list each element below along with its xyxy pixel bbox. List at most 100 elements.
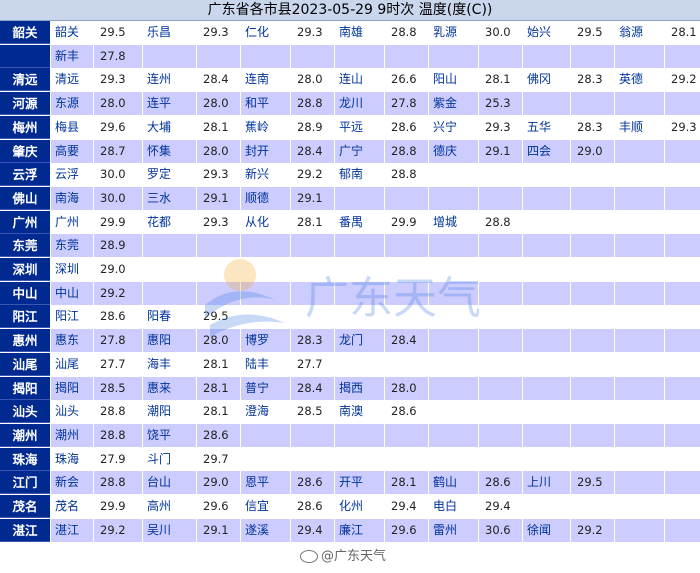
station-name [428,258,478,281]
station-name [614,234,664,258]
temperature-value: 27.8 [93,44,142,68]
station-name [522,305,570,329]
temperature-value: 28.1 [196,115,240,139]
station-name [142,281,196,305]
station-name: 遂溪 [240,518,290,542]
temperature-value: 27.7 [290,352,334,376]
temperature-value: 28.6 [290,471,334,495]
station-name: 翁源 [614,21,664,44]
table-row: 东莞 东莞 28.9 [0,234,700,258]
temperature-value [664,186,700,210]
station-name [240,258,290,281]
station-name: 高要 [50,139,93,163]
station-name [428,352,478,376]
temperature-value: 28.6 [384,115,428,139]
temperature-value: 29.4 [290,518,334,542]
station-name [334,186,384,210]
temperature-value [664,447,700,471]
temperature-value [664,352,700,376]
temperature-value: 28.1 [196,400,240,424]
station-name [614,471,664,495]
station-name [428,44,478,68]
station-name: 东源 [50,92,93,116]
temperature-value [570,234,614,258]
station-name [522,423,570,447]
station-name [334,447,384,471]
temperature-value: 28.8 [93,423,142,447]
temperature-value [570,44,614,68]
temperature-value: 28.0 [196,92,240,116]
temperature-value [478,423,522,447]
station-name [334,258,384,281]
temperature-value: 29.1 [290,186,334,210]
station-name: 德庆 [428,139,478,163]
station-name [522,281,570,305]
station-name: 潮州 [50,423,93,447]
temperature-value [478,329,522,353]
temperature-value: 30.0 [478,21,522,44]
station-name [240,305,290,329]
station-name: 广宁 [334,139,384,163]
station-name: 大埔 [142,115,196,139]
temperature-value [196,44,240,68]
station-name [614,400,664,424]
station-name: 深圳 [50,258,93,281]
temperature-value [664,92,700,116]
station-name [614,305,664,329]
table-row: 江门 新会 28.8 台山 29.0 恩平 28.6 开平 28.1 鹤山 28.6 上川 29.5 [0,471,700,495]
station-name: 汕尾 [50,352,93,376]
station-name: 龙门 [334,329,384,353]
station-name: 五华 [522,115,570,139]
temperature-value [478,186,522,210]
temperature-value: 29.2 [664,68,700,92]
temperature-value [478,281,522,305]
station-name [428,305,478,329]
temperature-value [570,400,614,424]
station-name: 徐闻 [522,518,570,542]
temperature-value [570,447,614,471]
station-name [614,281,664,305]
station-name: 斗门 [142,447,196,471]
temperature-value: 29.2 [290,163,334,187]
temperature-value [570,210,614,234]
station-name: 阳山 [428,68,478,92]
station-name [428,234,478,258]
station-name: 英德 [614,68,664,92]
temperature-value: 28.8 [384,139,428,163]
station-name [522,495,570,518]
station-name [614,447,664,471]
city-label: 汕头 [0,400,50,424]
table-row: 韶关 韶关 29.5 乐昌 29.3 仁化 29.3 南雄 28.8 乳源 30.0 始兴 29.5 翁源… [0,21,700,44]
temperature-value: 30.0 [93,163,142,187]
temperature-value: 29.5 [196,305,240,329]
temperature-value: 28.8 [93,471,142,495]
station-name [428,447,478,471]
station-name [428,281,478,305]
station-name: 乳源 [428,21,478,44]
temperature-value [290,281,334,305]
temperature-value: 25.3 [478,92,522,116]
station-name: 丰顺 [614,115,664,139]
temperature-value: 28.8 [290,92,334,116]
temperature-value: 28.4 [290,376,334,400]
station-name: 饶平 [142,423,196,447]
station-name: 阳江 [50,305,93,329]
station-name: 佛冈 [522,68,570,92]
station-name [614,495,664,518]
temperature-value: 28.6 [290,495,334,518]
temperature-value: 28.6 [196,423,240,447]
temperature-value [384,305,428,329]
station-name [614,376,664,400]
station-name: 恩平 [240,471,290,495]
city-label: 江门 [0,471,50,495]
station-name [142,44,196,68]
weibo-logo-icon [300,550,318,563]
table-row: 深圳 深圳 29.0 [0,258,700,281]
temperature-value: 28.8 [478,210,522,234]
temperature-value: 28.1 [196,352,240,376]
station-name: 乐昌 [142,21,196,44]
station-name: 新兴 [240,163,290,187]
temperature-value [290,305,334,329]
temperature-value: 28.6 [93,305,142,329]
temperature-value: 30.0 [93,186,142,210]
